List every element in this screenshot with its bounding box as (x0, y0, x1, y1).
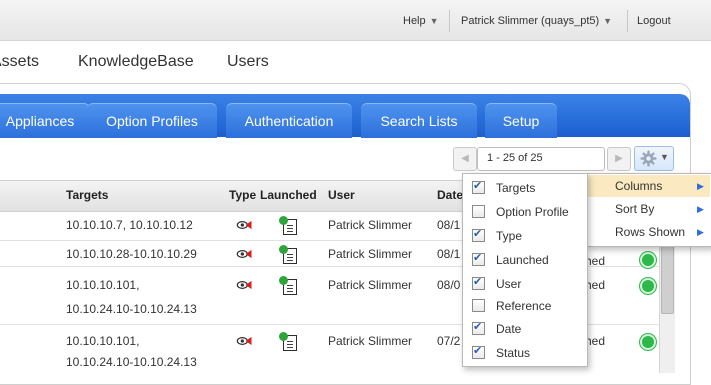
column-toggle-label: Status (496, 346, 531, 360)
checkbox-checked[interactable] (472, 275, 485, 290)
column-header-launched[interactable]: Launched (260, 188, 317, 202)
row-user: Patrick Slimmer (328, 247, 413, 261)
column-toggle-targets[interactable]: Targets (472, 179, 536, 199)
top-bar: Help ▼ Patrick Slimmer (quays_pt5) ▼ Logou… (0, 0, 711, 41)
row-user: Patrick Slimmer (328, 334, 413, 348)
scan-type-icon (236, 220, 252, 230)
row-user: Patrick Slimmer (328, 278, 413, 292)
menu-item-label: Columns (615, 179, 663, 193)
row-date: 08/0 (437, 278, 461, 292)
checkbox-checked[interactable] (472, 320, 485, 335)
row-targets-cont: 10.10.24.10-10.10.24.13 (66, 355, 197, 369)
tab-setup[interactable]: Setup (485, 103, 557, 138)
column-header-targets[interactable]: Targets (66, 188, 108, 202)
column-header-user[interactable]: User (328, 188, 355, 202)
tab-appliances[interactable]: Appliances (0, 103, 90, 138)
chevron-down-icon: ▼ (429, 16, 439, 26)
next-page-button[interactable]: ▶ (607, 147, 631, 171)
menu-item-rows-shown[interactable]: Rows Shown ▶ (587, 221, 710, 243)
row-user: Patrick Slimmer (328, 218, 413, 232)
checkbox-checked[interactable] (472, 227, 485, 242)
column-toggle-label: Launched (496, 253, 549, 267)
column-toggle-date[interactable]: Date (472, 320, 522, 340)
column-toggle-reference[interactable]: Reference (472, 299, 551, 317)
column-toggle-label: Type (496, 229, 523, 243)
scan-type-icon (236, 336, 252, 346)
column-header-date[interactable]: Date (437, 188, 463, 202)
tab-search-lists[interactable]: Search Lists (361, 103, 477, 138)
row-targets: 10.10.10.28-10.10.10.29 (66, 247, 197, 261)
row-targets: 10.10.10.101, (66, 278, 140, 292)
row-state: hed (585, 334, 606, 348)
row-state: hed (585, 278, 606, 292)
logout-link[interactable]: Logout (637, 15, 671, 27)
nav-knowledgebase[interactable]: KnowledgeBase (78, 53, 194, 71)
column-toggle-label: Option Profile (496, 205, 569, 219)
page-range-field[interactable]: 1 - 25 of 25 (477, 147, 605, 171)
column-toggle-label: Date (496, 322, 522, 336)
column-toggle-option-profile[interactable]: Option Profile (472, 205, 569, 223)
help-label: Help (403, 15, 426, 27)
separator (627, 10, 628, 32)
table-options-button[interactable]: ▼ (634, 146, 674, 171)
scan-type-icon (236, 249, 252, 259)
row-date: 08/1 (437, 247, 461, 261)
column-toggle-label: User (496, 277, 522, 291)
scan-type-icon (236, 280, 252, 290)
column-toggle-type[interactable]: Type (472, 227, 523, 247)
column-toggle-status[interactable]: Status (472, 344, 531, 364)
column-toggle-label: Reference (496, 299, 552, 313)
separator (449, 10, 450, 32)
user-label: Patrick Slimmer (quays_pt5) (461, 15, 600, 27)
launched-icon (279, 332, 297, 351)
menu-item-sort-by[interactable]: Sort By ▶ (587, 198, 710, 220)
chevron-right-icon: ▶ (697, 227, 704, 237)
gear-icon (640, 150, 657, 167)
column-toggle-launched[interactable]: Launched (472, 251, 549, 271)
nav-assets[interactable]: Assets (0, 53, 39, 71)
launched-icon (279, 276, 297, 295)
status-finished-icon (640, 334, 656, 350)
row-date: 08/1 (437, 218, 461, 232)
nav-users[interactable]: Users (227, 53, 269, 71)
page-range-label: 1 - 25 of 25 (487, 152, 543, 164)
launched-icon (279, 216, 297, 235)
tab-option-profiles[interactable]: Option Profiles (87, 103, 217, 138)
checkbox-checked[interactable] (472, 344, 485, 359)
user-menu[interactable]: Patrick Slimmer (quays_pt5) ▼ (461, 15, 612, 27)
chevron-right-icon: ▶ (697, 181, 704, 191)
menu-item-columns[interactable]: Columns ▶ (587, 175, 710, 197)
row-targets-cont: 10.10.24.10-10.10.24.13 (66, 302, 197, 316)
checkbox-checked[interactable] (472, 179, 485, 194)
row-targets: 10.10.10.101, (66, 334, 140, 348)
column-header-type[interactable]: Type (229, 188, 256, 202)
prev-page-button[interactable]: ◀ (453, 147, 477, 171)
menu-item-label: Sort By (615, 202, 655, 216)
help-menu[interactable]: Help ▼ (403, 15, 439, 27)
row-targets: 10.10.10.7, 10.10.10.12 (66, 218, 193, 232)
status-finished-icon (640, 278, 656, 294)
chevron-right-icon: ▶ (697, 204, 704, 214)
status-finished-icon (640, 252, 656, 268)
chevron-down-icon: ▼ (660, 152, 669, 162)
launched-icon (279, 245, 297, 264)
checkbox-checked[interactable] (472, 251, 485, 266)
column-toggle-user[interactable]: User (472, 275, 522, 295)
chevron-down-icon: ▼ (603, 16, 613, 26)
menu-item-label: Rows Shown (615, 225, 686, 239)
column-toggle-label: Targets (496, 181, 536, 195)
checkbox-unchecked[interactable] (472, 299, 485, 312)
row-date: 07/2 (437, 334, 461, 348)
row-state: hed (585, 254, 606, 268)
tab-authentication[interactable]: Authentication (226, 103, 352, 138)
checkbox-unchecked[interactable] (472, 205, 485, 218)
